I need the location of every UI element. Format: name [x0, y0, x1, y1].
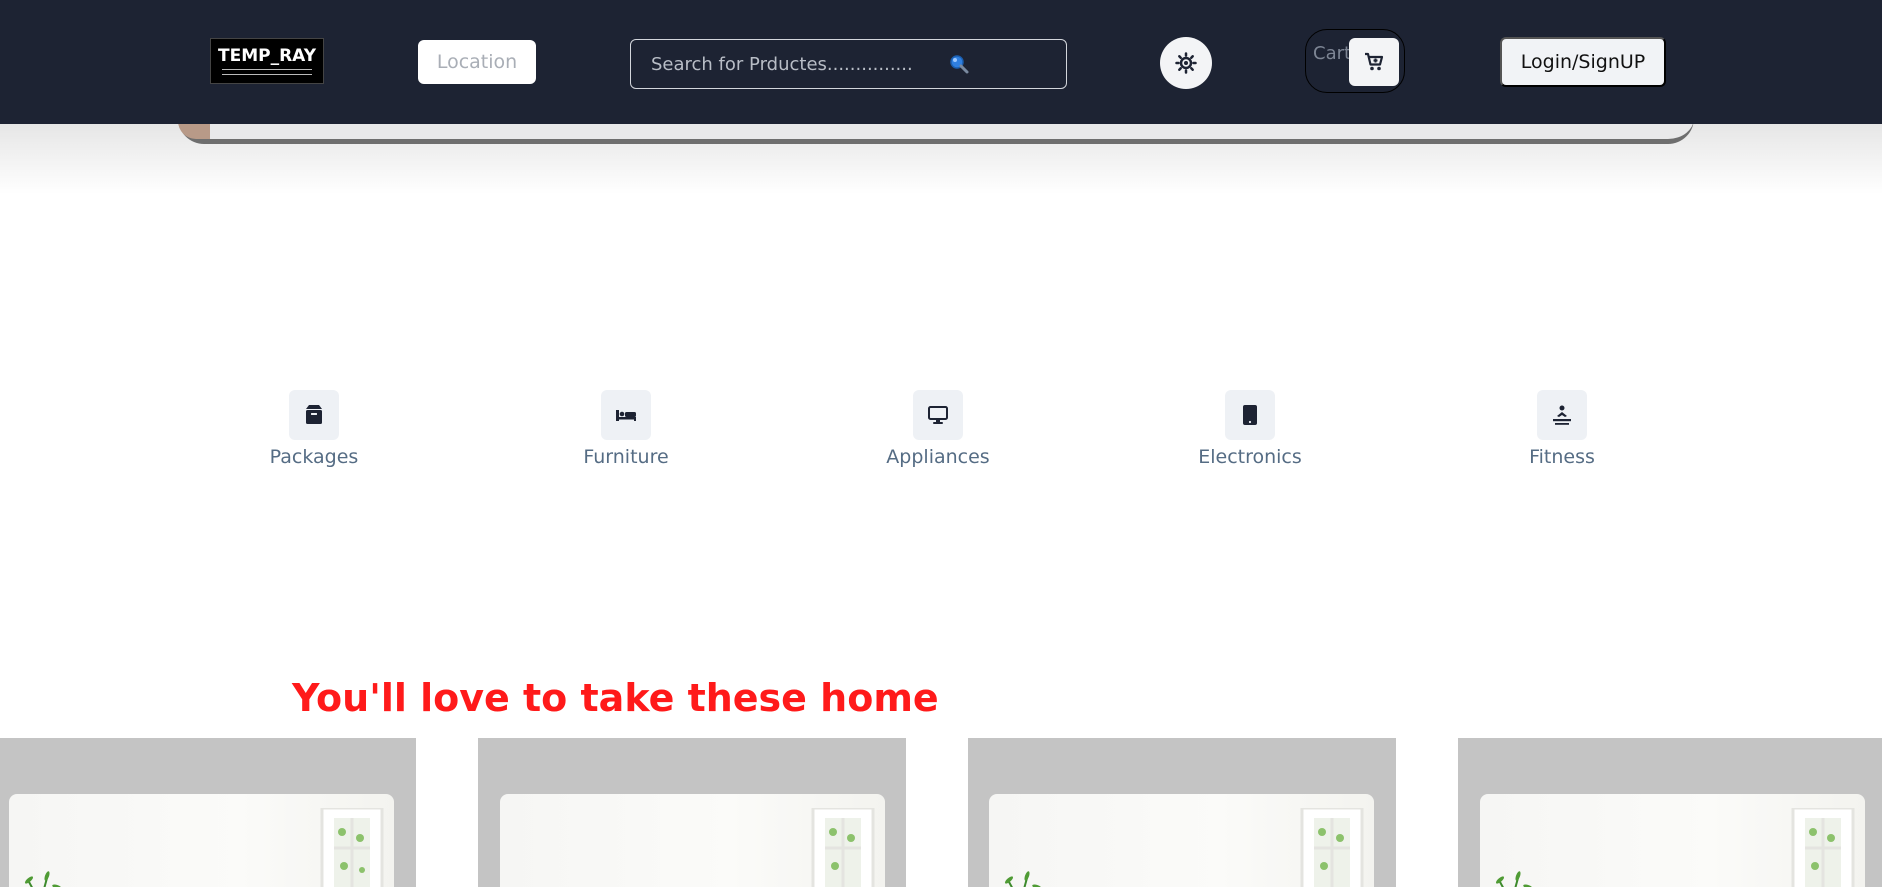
exercise-icon: [1537, 390, 1587, 440]
search-input[interactable]: [651, 53, 941, 75]
section-heading: You'll love to take these home: [292, 676, 939, 720]
product-image: [500, 794, 885, 887]
tablet-icon: [1225, 390, 1275, 440]
login-signup-button[interactable]: Login/SignUP: [1500, 37, 1666, 87]
package-icon: [289, 390, 339, 440]
location-button[interactable]: Location: [418, 40, 536, 84]
category-fitness[interactable]: Fitness: [1492, 390, 1632, 480]
category-label: Furniture: [583, 446, 669, 468]
product-card[interactable]: [968, 738, 1396, 887]
product-card[interactable]: [0, 738, 416, 887]
theme-toggle-button[interactable]: [1160, 37, 1212, 89]
logo[interactable]: TEMP_RAY: [210, 38, 324, 84]
product-image: [989, 794, 1374, 887]
product-image: [9, 794, 394, 887]
search-icon[interactable]: [947, 52, 971, 76]
logo-text: TEMP_RAY: [217, 46, 316, 66]
category-label: Electronics: [1198, 446, 1302, 468]
cart[interactable]: Cart: [1305, 29, 1405, 93]
bed-icon: [601, 390, 651, 440]
category-appliances[interactable]: Appliances: [868, 390, 1008, 480]
product-card[interactable]: [1458, 738, 1882, 887]
category-electronics[interactable]: Electronics: [1180, 390, 1320, 480]
category-furniture[interactable]: Furniture: [556, 390, 696, 480]
cart-button[interactable]: [1349, 38, 1399, 86]
product-card[interactable]: [478, 738, 906, 887]
sun-icon: [1175, 52, 1197, 74]
category-label: Fitness: [1529, 446, 1595, 468]
category-label: Appliances: [886, 446, 990, 468]
monitor-icon: [913, 390, 963, 440]
cart-icon: [1365, 52, 1384, 71]
logo-underline: [222, 69, 312, 75]
header: TEMP_RAY Location Search for Prductes...…: [0, 0, 1882, 124]
cart-label: Cart: [1313, 43, 1352, 64]
search-box[interactable]: [630, 39, 1067, 89]
category-label: Packages: [269, 446, 359, 468]
category-packages[interactable]: Packages: [244, 390, 384, 480]
product-image: [1480, 794, 1865, 887]
